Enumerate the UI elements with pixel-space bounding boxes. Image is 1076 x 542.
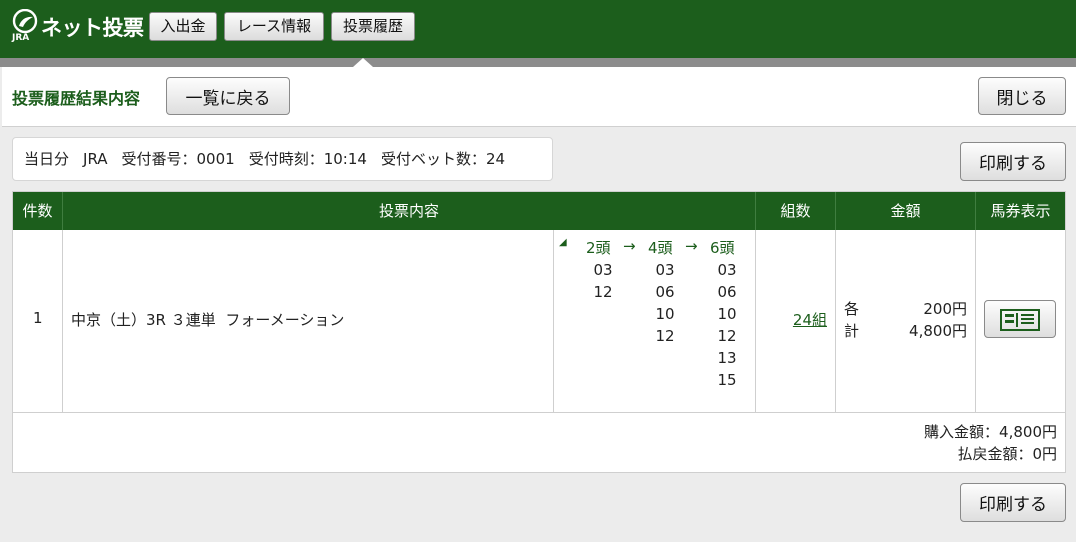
header-count: 件数 [13, 192, 63, 230]
refund-total: 払戻金額：0円 [957, 445, 1057, 463]
horse-number: 12 [717, 327, 737, 345]
horse-number: 03 [593, 261, 613, 279]
combos-cell: 24組 [756, 230, 836, 412]
panel-header: 投票履歴結果内容 一覧に戻る 閉じる [2, 67, 1076, 127]
bet-description: 中京（土）3R ３連単 フォーメーション [71, 309, 344, 330]
bet-method: フォーメーション [225, 311, 345, 329]
formation-head-3: 6頭 [710, 239, 735, 257]
print-button-top[interactable]: 印刷する [960, 142, 1066, 181]
race-name: 中京（土）3R [71, 311, 166, 329]
info-day: 当日分 [24, 150, 70, 168]
horse-number: 12 [655, 327, 675, 345]
bet-result-table: 件数 投票内容 組数 金額 馬券表示 1 中京（土）3R ３連単 フォーメーショ… [12, 191, 1066, 473]
page-title: 投票履歴結果内容 [12, 89, 141, 108]
header-combos: 組数 [756, 192, 836, 230]
horse-number: 13 [717, 349, 737, 367]
top-bar: JRA ネット投票 入出金 レース情報 投票履歴 [0, 0, 1076, 58]
formation-arrow-2: → [685, 237, 698, 255]
formation-column-3: 03 06 10 12 13 15 [707, 259, 747, 391]
info-receipt-no: 受付番号：0001 [121, 150, 235, 168]
formation-head-1: 2頭 [586, 239, 611, 257]
totals-row: 購入金額：4,800円 払戻金額：0円 [13, 412, 1065, 472]
info-bet-count: 受付ベット数：24 [380, 150, 506, 168]
amount-total-label: 計 [844, 322, 860, 340]
amount-cell: 各 200円 計 4,800円 [836, 230, 976, 412]
formation-column-1: 03 12 [583, 259, 623, 303]
amount-each-value: 200円 [923, 300, 967, 318]
horse-number: 03 [717, 261, 737, 279]
nav-bet-history-button[interactable]: 投票履歴 [331, 12, 415, 41]
receipt-info: 当日分 JRA 受付番号：0001 受付時刻：10:14 受付ベット数：24 [12, 137, 553, 181]
horse-number: 12 [593, 283, 613, 301]
header-ticket: 馬券表示 [990, 202, 1051, 220]
horse-number: 10 [717, 305, 737, 323]
jra-logo[interactable]: JRA [12, 9, 42, 45]
purchase-total: 購入金額：4,800円 [924, 423, 1057, 441]
bet-type: ３連単 [170, 311, 216, 329]
header-strip [0, 58, 1076, 67]
brand-title: ネット投票 [41, 16, 144, 40]
active-tab-caret [353, 58, 373, 67]
amount-each-label: 各 [844, 300, 860, 318]
horse-number: 06 [717, 283, 737, 301]
result-panel: 投票履歴結果内容 一覧に戻る 閉じる 当日分 JRA 受付番号：0001 受付時刻：1… [2, 67, 1076, 542]
formation-column-2: 03 06 10 12 [645, 259, 685, 347]
table-row: 1 [13, 230, 63, 412]
formation-marker-icon: ◢ [559, 237, 567, 248]
header-amount: 金額 [836, 192, 976, 230]
horse-number: 03 [655, 261, 675, 279]
ticket-display-button[interactable] [984, 300, 1056, 338]
formation-head-2: 4頭 [648, 239, 673, 257]
horse-number: 06 [655, 283, 675, 301]
logo-jra-text: JRA [12, 33, 30, 43]
formation-cell: ◢ 2頭 → 4頭 → 6頭 03 12 03 06 10 12 03 06 1… [554, 230, 756, 412]
bet-content-cell: 中京（土）3R ３連単 フォーメーション [63, 230, 554, 412]
combos-link[interactable]: 24組 [793, 309, 827, 330]
ticket-icon [1000, 309, 1040, 331]
back-to-list-button[interactable]: 一覧に戻る [166, 77, 290, 115]
header-content: 投票内容 [63, 192, 756, 230]
info-org: JRA [83, 150, 108, 168]
jra-horse-icon [12, 9, 38, 34]
amount-total-value: 4,800円 [909, 322, 967, 340]
table-header: 件数 投票内容 組数 金額 馬券表示 [13, 192, 1065, 230]
nav-deposit-button[interactable]: 入出金 [149, 12, 217, 41]
formation-arrow-1: → [623, 237, 636, 255]
info-receipt-time: 受付時刻：10:14 [248, 150, 367, 168]
nav-race-info-button[interactable]: レース情報 [224, 12, 324, 41]
close-button[interactable]: 閉じる [978, 77, 1066, 115]
horse-number: 10 [655, 305, 675, 323]
row-number: 1 [33, 309, 43, 327]
print-button-bottom[interactable]: 印刷する [960, 483, 1066, 522]
horse-number: 15 [717, 371, 737, 389]
ticket-cell [976, 230, 1065, 412]
